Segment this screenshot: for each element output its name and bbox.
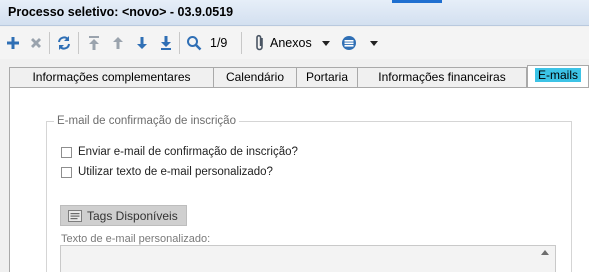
chevron-down-icon[interactable] (322, 41, 330, 46)
first-record-icon[interactable] (85, 34, 103, 52)
chevron-down-icon[interactable] (370, 41, 378, 46)
title-accent-strip (392, 0, 442, 3)
toolbar-separator (49, 32, 50, 54)
custom-text-label: Texto de e-mail personalizado: (61, 233, 211, 245)
tab-informacoes-financeiras[interactable]: Informações financeiras (357, 67, 527, 87)
tab-informacoes-complementares[interactable]: Informações complementares (9, 67, 214, 87)
scroll-up-arrow-icon[interactable] (541, 250, 549, 255)
refresh-icon[interactable] (55, 34, 73, 52)
paperclip-icon[interactable] (251, 34, 269, 52)
send-confirmation-checkbox[interactable] (61, 147, 72, 158)
toolbar: 1/9 Anexos (0, 27, 589, 59)
toolbar-separator (241, 32, 242, 54)
tags-available-button[interactable]: Tags Disponíveis (60, 205, 187, 226)
plus-icon[interactable] (4, 34, 22, 52)
toolbar-separator (78, 32, 79, 54)
next-record-icon[interactable] (133, 34, 151, 52)
window-title: Processo seletivo: <novo> - 03.9.0519 (8, 5, 234, 19)
use-custom-text-label: Utilizar texto de e-mail personalizado? (78, 166, 273, 178)
send-confirmation-label: Enviar e-mail de confirmação de inscriçã… (78, 146, 298, 158)
options-icon[interactable] (340, 34, 358, 52)
attachments-button[interactable]: Anexos (270, 36, 312, 50)
record-counter: 1/9 (210, 36, 228, 50)
custom-text-textarea[interactable] (60, 245, 556, 272)
group-legend: E-mail de confirmação de inscrição (54, 115, 239, 127)
tab-emails[interactable]: E-mails (527, 65, 589, 88)
title-bar: Processo seletivo: <novo> - 03.9.0519 (0, 0, 589, 26)
use-custom-text-checkbox[interactable] (61, 167, 72, 178)
previous-record-icon[interactable] (109, 34, 127, 52)
tags-available-button-label: Tags Disponíveis (87, 209, 178, 223)
tab-emails-label: E-mails (534, 68, 581, 82)
tags-list-icon (68, 210, 82, 222)
toolbar-separator (179, 32, 180, 54)
last-record-icon[interactable] (157, 34, 175, 52)
tab-strip: Informações complementares Calendário Po… (0, 64, 589, 88)
tab-portaria[interactable]: Portaria (296, 67, 358, 87)
delete-icon[interactable] (27, 34, 45, 52)
tab-calendario[interactable]: Calendário (213, 67, 297, 87)
search-icon[interactable] (185, 34, 203, 52)
